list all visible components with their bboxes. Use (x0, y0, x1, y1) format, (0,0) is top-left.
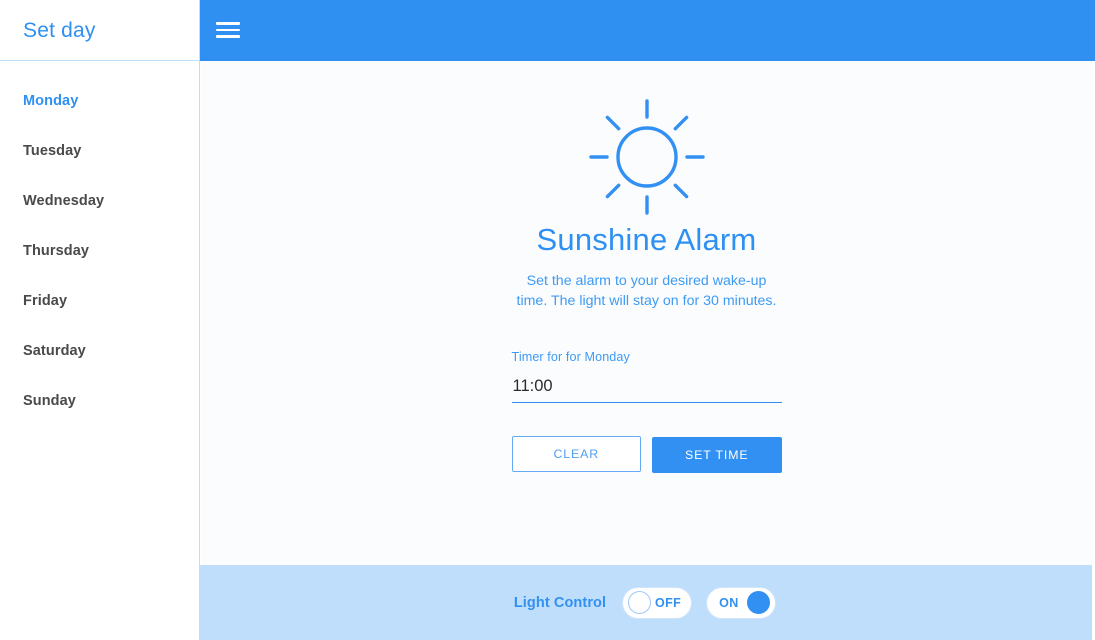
set-time-button[interactable]: SET TIME (652, 437, 782, 474)
sidebar-item-label: Monday (23, 93, 79, 109)
page-title: Sunshine Alarm (536, 222, 757, 257)
light-on-label: ON (719, 595, 739, 610)
light-control-group: Light Control OFF ON (513, 586, 777, 619)
sidebar-item-tuesday[interactable]: Tuesday (0, 126, 199, 176)
sidebar-header: Set day (0, 0, 199, 61)
top-app-bar (200, 0, 1095, 61)
sidebar-item-saturday[interactable]: Saturday (0, 326, 199, 376)
sidebar-item-sunday[interactable]: Sunday (0, 376, 199, 426)
alarm-panel: Sunshine Alarm Set the alarm to your des… (201, 61, 1092, 474)
sidebar-item-label: Friday (23, 293, 68, 309)
sidebar-item-label: Saturday (23, 343, 86, 359)
sidebar-item-friday[interactable]: Friday (0, 276, 199, 326)
light-control-bar: Light Control OFF ON (200, 565, 1092, 640)
sidebar-item-label: Wednesday (23, 193, 105, 209)
app-root: Set day Monday Tuesday Wednesday Thursda… (0, 0, 1095, 640)
sidebar-item-label: Sunday (23, 393, 76, 409)
day-list: Monday Tuesday Wednesday Thursday Friday… (0, 61, 199, 426)
toggle-knob-icon (747, 591, 771, 614)
form-button-row: CLEAR SET TIME (511, 436, 782, 474)
toggle-knob-icon (628, 591, 652, 614)
hamburger-bar (216, 22, 240, 25)
light-off-label: OFF (654, 595, 682, 610)
light-off-toggle[interactable]: OFF (622, 586, 693, 619)
main-content: Sunshine Alarm Set the alarm to your des… (201, 61, 1092, 565)
sun-icon (588, 99, 705, 215)
clear-button[interactable]: CLEAR (511, 436, 641, 473)
sidebar-item-label: Tuesday (23, 143, 82, 159)
hamburger-menu-icon[interactable] (216, 19, 240, 41)
sidebar-item-thursday[interactable]: Thursday (0, 226, 199, 276)
timer-form: Timer for for Monday CLEAR SET TIME (511, 350, 782, 474)
sidebar-item-monday[interactable]: Monday (0, 76, 199, 126)
page-subtitle: Set the alarm to your desired wake-up ti… (516, 273, 777, 310)
hamburger-bar (216, 28, 240, 32)
sidebar-item-wednesday[interactable]: Wednesday (0, 176, 199, 226)
sidebar-title: Set day (23, 18, 96, 42)
timer-field-label: Timer for for Monday (511, 350, 630, 365)
timer-input[interactable] (511, 375, 782, 404)
sidebar: Set day Monday Tuesday Wednesday Thursda… (0, 0, 200, 640)
sidebar-item-label: Thursday (23, 243, 90, 259)
hamburger-bar (216, 35, 240, 38)
light-on-toggle[interactable]: ON (706, 586, 777, 619)
light-control-label: Light Control (513, 594, 607, 611)
